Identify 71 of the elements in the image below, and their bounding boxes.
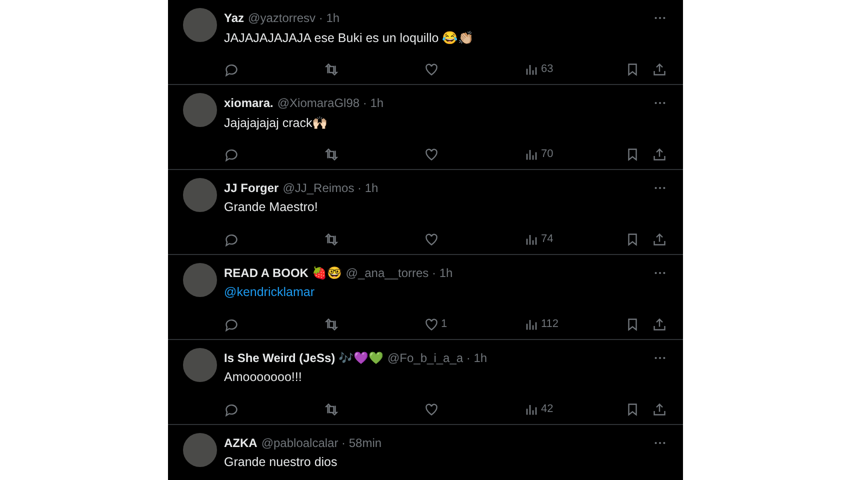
- avatar-photo-placeholder[interactable]: [183, 263, 217, 297]
- handle-and-time[interactable]: @JJ_Reimos · 1h: [282, 181, 378, 195]
- heart-icon: [424, 402, 439, 416]
- repost-icon: [324, 316, 339, 332]
- avatar-photo-placeholder[interactable]: [183, 348, 217, 382]
- bookmark-icon: [625, 316, 640, 332]
- bar-chart-button[interactable]: 112: [524, 316, 625, 332]
- avatar-photo-placeholder[interactable]: [183, 93, 217, 127]
- share-icon: [652, 232, 667, 246]
- share-button[interactable]: [652, 316, 667, 332]
- avatar-photo-placeholder[interactable]: [183, 8, 217, 42]
- display-name[interactable]: JJ Forger: [224, 181, 279, 195]
- display-name[interactable]: Yaz: [224, 11, 244, 25]
- reply-text: Grande nuestro dios: [224, 455, 338, 469]
- handle-and-time[interactable]: @pabloalcalar · 58min: [261, 436, 382, 450]
- count-label: 42: [541, 403, 554, 415]
- heart-icon: [424, 62, 439, 76]
- reply-icon: [224, 316, 239, 332]
- reply-icon: [224, 62, 239, 76]
- reply-text: Amooooooo!!!: [224, 370, 302, 384]
- avatar-photo-placeholder[interactable]: [183, 178, 217, 212]
- heart-button[interactable]: 1: [424, 316, 524, 332]
- reply-text: Grande Maestro!: [224, 200, 318, 214]
- handle-and-time[interactable]: @_ana__torres · 1h: [346, 266, 453, 280]
- bookmark-icon: [625, 146, 640, 162]
- reply-text: JAJAJAJAJAJA ese Buki es un loquillo 😂👏🏼: [224, 30, 474, 44]
- bar-chart-button[interactable]: 74: [524, 232, 625, 246]
- display-name[interactable]: Is She Weird (JeSs) 🎶💜💚: [224, 351, 384, 365]
- bookmark-button[interactable]: [625, 146, 640, 162]
- share-icon: [652, 146, 667, 162]
- share-button[interactable]: [652, 402, 667, 416]
- bookmark-icon: [625, 62, 640, 76]
- count-label: 1: [441, 318, 448, 330]
- handle-and-time[interactable]: @XiomaraGl98 · 1h: [277, 96, 384, 110]
- bookmark-button[interactable]: [625, 316, 640, 332]
- mention-link[interactable]: @kendricklamar: [224, 285, 314, 299]
- heart-icon: [424, 232, 439, 246]
- share-icon: [652, 402, 667, 416]
- reply-icon: [224, 146, 239, 162]
- share-button[interactable]: [652, 146, 667, 162]
- count-label: 74: [541, 233, 554, 245]
- bar-chart-button[interactable]: 42: [524, 402, 625, 416]
- avatar-photo-placeholder[interactable]: [183, 433, 217, 467]
- repost-icon: [324, 402, 339, 416]
- count-label: 112: [541, 318, 559, 330]
- display-name[interactable]: xiomara.: [224, 96, 274, 110]
- share-button[interactable]: [652, 62, 667, 76]
- heart-icon: [424, 146, 439, 162]
- count-label: 70: [541, 148, 554, 160]
- count-label: 63: [541, 63, 554, 75]
- share-icon: [652, 62, 667, 76]
- bookmark-button[interactable]: [625, 402, 640, 416]
- reply-text: Jajajajajaj crack🙌🏻: [224, 114, 328, 130]
- reply-icon: [224, 232, 239, 246]
- bar-chart-button[interactable]: 70: [524, 146, 625, 162]
- repost-icon: [324, 62, 339, 76]
- heart-icon: [424, 316, 439, 332]
- repost-icon: [324, 232, 339, 246]
- reply-icon: [224, 402, 239, 416]
- bookmark-button[interactable]: [625, 232, 640, 246]
- bookmark-icon: [625, 402, 640, 416]
- bookmark-icon: [625, 232, 640, 246]
- share-icon: [652, 316, 667, 332]
- bar-chart-button[interactable]: 63: [524, 62, 625, 76]
- display-name[interactable]: AZKA: [224, 436, 258, 450]
- handle-and-time[interactable]: @Fo_b_i_a_a · 1h: [388, 351, 488, 365]
- repost-icon: [324, 146, 339, 162]
- display-name[interactable]: READ A BOOK 🍓🤓: [224, 266, 342, 280]
- handle-and-time[interactable]: @yaztorresv · 1h: [248, 11, 340, 25]
- share-button[interactable]: [652, 232, 667, 246]
- bookmark-button[interactable]: [625, 62, 640, 76]
